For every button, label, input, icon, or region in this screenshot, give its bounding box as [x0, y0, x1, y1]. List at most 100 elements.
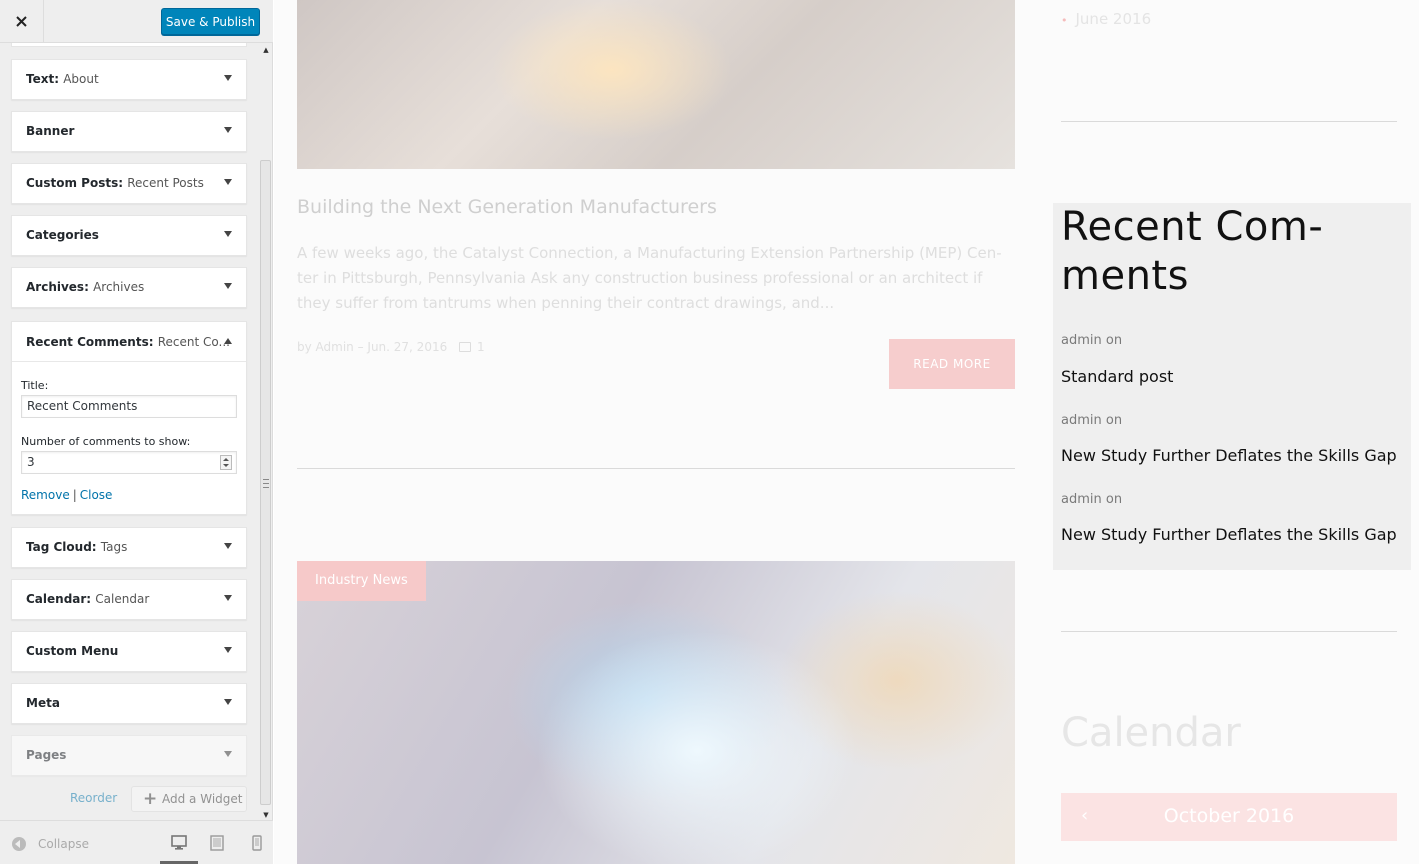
- widget-type: Pages: [26, 748, 67, 762]
- tablet-icon[interactable]: [208, 835, 226, 851]
- widget-partial: [11, 43, 247, 47]
- widget-title: Recent Posts: [127, 176, 204, 190]
- customizer-sidebar: Save & Publish Text: About Banner Custom…: [0, 0, 273, 864]
- scrollbar-thumb[interactable]: [260, 160, 271, 805]
- widget-title: Tags: [100, 540, 128, 554]
- chevron-down-icon[interactable]: [224, 127, 232, 133]
- post-excerpt: A few weeks ago, the Catalyst Connection…: [297, 244, 1002, 312]
- widget-type: Text:: [26, 72, 60, 86]
- widget-type: Meta: [26, 696, 60, 710]
- widget-categories[interactable]: Categories: [11, 215, 247, 256]
- comment-icon: [459, 342, 471, 352]
- chevron-up-icon[interactable]: [224, 338, 232, 344]
- mobile-icon[interactable]: [248, 835, 266, 851]
- add-widget-label: Add a Widget: [162, 792, 243, 806]
- scroll-down-arrow[interactable]: ▼: [262, 811, 270, 819]
- widget-title: Recent Co...: [157, 335, 230, 349]
- widgets-panel: Text: About Banner Custom Posts: Recent …: [0, 43, 259, 820]
- widget-custom-menu[interactable]: Custom Menu: [11, 631, 247, 672]
- recent-comments-widget: Recent Com-ments admin on Standard post …: [1053, 203, 1411, 570]
- widget-actions: Remove | Close: [21, 488, 112, 502]
- comment-post-link[interactable]: New Study Further Deflates the Skills Ga…: [1061, 525, 1397, 544]
- chevron-down-icon[interactable]: [224, 647, 232, 653]
- widget-tag-cloud[interactable]: Tag Cloud: Tags: [11, 527, 247, 568]
- collapse-icon[interactable]: [12, 837, 26, 851]
- widget-text-about[interactable]: Text: About: [11, 59, 247, 100]
- reorder-link[interactable]: Reorder: [70, 791, 117, 805]
- post-divider: [297, 468, 1015, 469]
- bullet-icon: •: [1061, 14, 1068, 27]
- widget-custom-posts[interactable]: Custom Posts: Recent Posts: [11, 163, 247, 204]
- desktop-icon[interactable]: [170, 835, 188, 851]
- calendar-title: Calendar: [1061, 710, 1241, 756]
- remove-link[interactable]: Remove: [21, 488, 70, 502]
- widget-title: Calendar: [95, 592, 150, 606]
- count-input[interactable]: 3: [21, 451, 237, 474]
- widget-type: Recent Comments:: [26, 335, 154, 349]
- widget-title: Archives: [93, 280, 145, 294]
- calendar-month: October 2016: [1163, 805, 1295, 827]
- sidebar-scrollbar[interactable]: ▲ ▼: [259, 43, 273, 820]
- scroll-up-arrow[interactable]: ▲: [262, 46, 270, 54]
- post-featured-image[interactable]: [297, 561, 1015, 864]
- widget-recent-comments-header[interactable]: Recent Comments: Recent Co...: [12, 322, 246, 362]
- add-widget-button[interactable]: + Add a Widget: [131, 786, 247, 812]
- chevron-down-icon[interactable]: [224, 179, 232, 185]
- comment-author: admin on: [1061, 413, 1123, 428]
- widget-title: About: [63, 72, 99, 86]
- link-separator: |: [72, 488, 77, 502]
- save-publish-button[interactable]: Save & Publish: [161, 8, 260, 35]
- widget-type: Custom Posts:: [26, 176, 124, 190]
- title-label: Title:: [21, 379, 49, 392]
- chevron-left-icon[interactable]: ‹: [1081, 805, 1088, 826]
- widget-type: Tag Cloud:: [26, 540, 97, 554]
- recent-comments-title: Recent Com-ments: [1061, 204, 1324, 299]
- comment-author: admin on: [1061, 492, 1123, 507]
- count-label: Number of comments to show:: [21, 435, 191, 448]
- number-spinner[interactable]: [220, 455, 232, 470]
- close-icon: [16, 16, 27, 27]
- collapse-label[interactable]: Collapse: [38, 837, 89, 851]
- chevron-down-icon[interactable]: [224, 699, 232, 705]
- widget-archives[interactable]: Archives: Archives: [11, 267, 247, 308]
- widget-type: Custom Menu: [26, 644, 119, 658]
- chevron-down-icon[interactable]: [224, 595, 232, 601]
- comment-post-link[interactable]: Standard post: [1061, 367, 1173, 386]
- close-button[interactable]: [0, 0, 44, 43]
- read-more-button[interactable]: READ MORE: [889, 339, 1015, 389]
- chevron-down-icon[interactable]: [224, 543, 232, 549]
- chevron-down-icon[interactable]: [224, 751, 232, 757]
- post-featured-image[interactable]: [297, 0, 1015, 169]
- chevron-down-icon[interactable]: [224, 231, 232, 237]
- widget-pages[interactable]: Pages: [11, 735, 247, 776]
- sidebar-divider: [1061, 121, 1397, 122]
- chevron-down-icon[interactable]: [224, 75, 232, 81]
- widget-type: Calendar:: [26, 592, 92, 606]
- widget-recent-comments: Recent Comments: Recent Co... Title: Rec…: [11, 321, 247, 515]
- customizer-footer: Collapse: [0, 820, 273, 864]
- widget-type: Archives:: [26, 280, 89, 294]
- sidebar-divider: [1061, 631, 1397, 632]
- count-value: 3: [27, 455, 35, 469]
- widget-type: Categories: [26, 228, 99, 242]
- plus-icon: +: [143, 789, 158, 809]
- post-meta: by Admin – Jun. 27, 2016: [297, 340, 448, 354]
- widget-type: Banner: [26, 124, 75, 138]
- chevron-down-icon[interactable]: [224, 283, 232, 289]
- customizer-header: Save & Publish: [0, 0, 273, 43]
- archive-item[interactable]: • June 2016: [1061, 10, 1151, 28]
- comment-author: admin on: [1061, 333, 1123, 348]
- close-link[interactable]: Close: [80, 488, 113, 502]
- grip-icon: [263, 479, 269, 488]
- widget-meta[interactable]: Meta: [11, 683, 247, 724]
- widget-calendar[interactable]: Calendar: Calendar: [11, 579, 247, 620]
- widget-banner[interactable]: Banner: [11, 111, 247, 152]
- title-input[interactable]: Recent Comments: [21, 395, 237, 418]
- post-title[interactable]: Building the Next Generation Manufacture…: [297, 196, 717, 218]
- site-preview: Building the Next Generation Manufacture…: [274, 0, 1419, 864]
- archive-item-label: June 2016: [1075, 10, 1152, 28]
- comment-post-link[interactable]: New Study Further Deflates the Skills Ga…: [1061, 446, 1397, 465]
- category-tag[interactable]: Industry News: [297, 561, 426, 601]
- comment-count[interactable]: 1: [477, 340, 485, 354]
- calendar-month-bar: October 2016 ‹: [1061, 793, 1397, 841]
